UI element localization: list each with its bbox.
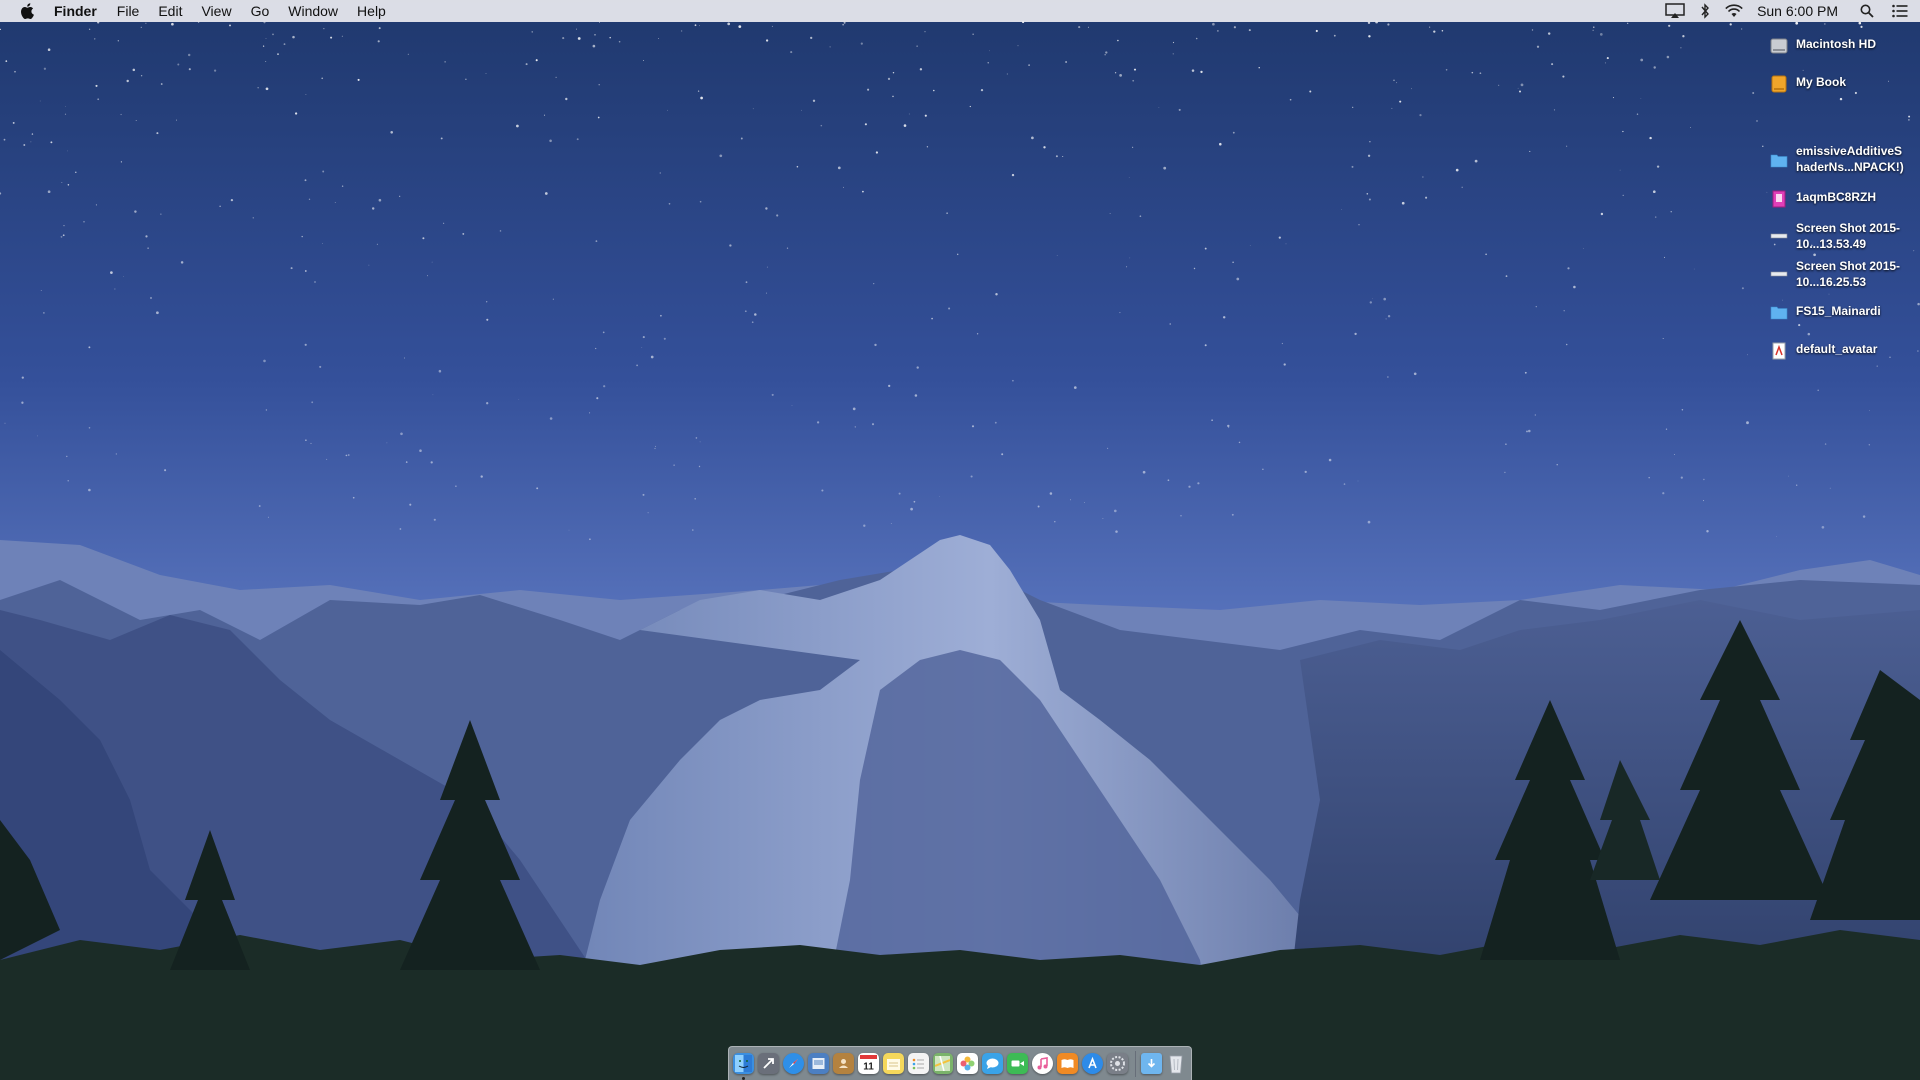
menu-window[interactable]: Window (288, 0, 338, 22)
desktop-item-label: emissiveAdditiveS haderNs...NPACK!) (1796, 144, 1904, 174)
external-drive-icon (1771, 75, 1787, 93)
wifi-icon[interactable] (1725, 0, 1743, 22)
folder-icon (1770, 154, 1788, 168)
maps-icon[interactable] (932, 1053, 954, 1074)
desktop-wallpaper (0, 0, 1920, 1080)
notification-center-icon[interactable] (1892, 0, 1908, 22)
desktop-item-label: default_avatar (1796, 342, 1878, 356)
screenshot-icon (1770, 233, 1788, 239)
spotlight-icon[interactable] (1860, 0, 1874, 22)
messages-icon[interactable] (982, 1053, 1004, 1074)
screenshot-icon (1770, 271, 1788, 277)
airplay-icon[interactable] (1665, 0, 1685, 22)
hard-drive-icon (1770, 38, 1788, 54)
contacts-icon[interactable] (832, 1053, 854, 1074)
desktop-item-default-avatar[interactable]: default_avatar (1770, 341, 1920, 360)
desktop-item-screenshot-2[interactable]: Screen Shot 2015-10...16.25.53 (1770, 258, 1920, 290)
menu-go[interactable]: Go (251, 0, 270, 22)
desktop-item-screenshot-1[interactable]: Screen Shot 2015-10...13.53.49 (1770, 220, 1920, 252)
desktop-item-label: FS15_Mainardi (1796, 304, 1881, 318)
menu-file[interactable]: File (117, 0, 140, 22)
launchpad-icon[interactable] (757, 1053, 779, 1074)
desktop-item-fs15-mainardi[interactable]: FS15_Mainardi (1770, 303, 1920, 322)
menu-clock[interactable]: Sun 6:00 PM (1757, 0, 1838, 22)
menu-app-name[interactable]: Finder (54, 0, 97, 22)
calendar-icon[interactable]: 11 (857, 1053, 879, 1074)
folder-icon (1770, 306, 1788, 320)
menu-bar: Finder File Edit View Go Window Help Sun… (0, 0, 1920, 22)
dock-separator (1135, 1050, 1136, 1077)
menu-view[interactable]: View (201, 0, 231, 22)
desktop-item-emissive-folder[interactable]: emissiveAdditiveS haderNs...NPACK!) (1770, 143, 1920, 175)
mail-icon[interactable] (807, 1053, 829, 1074)
desktop-item-macintosh-hd[interactable]: Macintosh HD (1770, 36, 1920, 55)
desktop-item-1aqmbc8rzh[interactable]: 1aqmBC8RZH (1770, 189, 1920, 208)
menu-edit[interactable]: Edit (158, 0, 182, 22)
menu-help[interactable]: Help (357, 0, 386, 22)
svg-text:11: 11 (863, 1062, 874, 1073)
desktop-item-label: Screen Shot 2015-10...13.53.49 (1796, 221, 1901, 251)
desktop-item-label: Screen Shot 2015-10...16.25.53 (1796, 259, 1901, 289)
desktop-item-my-book[interactable]: My Book (1770, 74, 1920, 93)
pdf-icon (1772, 342, 1786, 360)
safari-icon[interactable] (782, 1053, 804, 1074)
dock: 11 (728, 1046, 1192, 1080)
downloads-folder-icon[interactable] (1141, 1053, 1162, 1074)
desktop-item-label: 1aqmBC8RZH (1796, 190, 1877, 204)
facetime-icon[interactable] (1007, 1053, 1029, 1074)
photos-icon[interactable] (957, 1053, 979, 1074)
apple-icon[interactable] (20, 3, 34, 19)
app-store-icon[interactable] (1082, 1053, 1104, 1074)
reminders-icon[interactable] (907, 1053, 929, 1074)
ibooks-icon[interactable] (1057, 1053, 1079, 1074)
system-preferences-icon[interactable] (1107, 1053, 1128, 1074)
trash-icon[interactable] (1166, 1053, 1187, 1074)
desktop-item-label: Macintosh HD (1796, 37, 1877, 51)
itunes-icon[interactable] (1032, 1053, 1054, 1074)
bluetooth-icon[interactable] (1699, 0, 1711, 22)
finder-icon[interactable] (733, 1053, 754, 1080)
document-icon (1772, 190, 1786, 208)
notes-icon[interactable] (882, 1053, 904, 1074)
desktop-item-label: My Book (1796, 75, 1847, 89)
